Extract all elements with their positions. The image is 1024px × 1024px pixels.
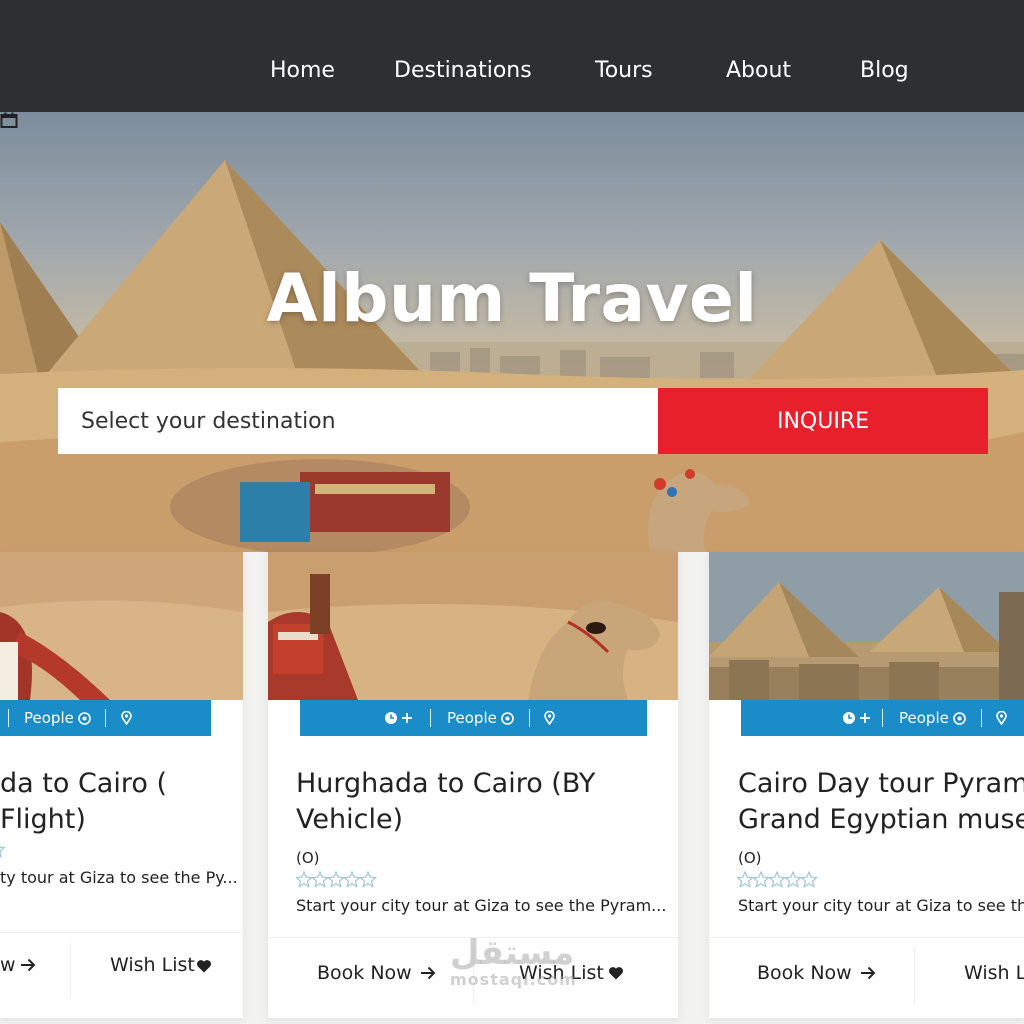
- tour-meta-bar: People: [300, 700, 647, 736]
- people-label: People: [447, 709, 497, 727]
- watermark-arabic: مستقل: [450, 933, 575, 973]
- tour-card[interactable]: People da to Cairo ( Flight) ty tour at …: [0, 552, 243, 1018]
- rating-count: (O): [296, 849, 320, 867]
- tour-title[interactable]: Hurghada to Cairo (BY Vehicle): [296, 766, 666, 838]
- book-now-button[interactable]: Book Now: [757, 962, 852, 984]
- destination-input[interactable]: [58, 388, 641, 454]
- star-rating: [0, 846, 6, 858]
- heart-icon[interactable]: [196, 959, 212, 973]
- location-pin-icon: [996, 711, 1007, 725]
- plus-icon: [860, 713, 870, 723]
- star-rating: [296, 870, 378, 888]
- tour-title[interactable]: Cairo Day tour Pyramid Grand Egyptian mu…: [738, 766, 1024, 838]
- heart-icon[interactable]: [608, 966, 624, 980]
- book-now-button[interactable]: Book Now: [317, 962, 412, 984]
- rating-count: (O): [738, 849, 762, 867]
- tour-card[interactable]: People Cairo Day tour Pyramid Grand Egyp…: [709, 552, 1024, 1018]
- star-rating: [737, 870, 819, 888]
- inquire-button[interactable]: INQUIRE: [658, 388, 988, 454]
- hero-title: Album Travel: [266, 260, 758, 337]
- location-pin-icon: [544, 711, 555, 725]
- nav-blog[interactable]: Blog: [860, 58, 909, 83]
- tour-card-image: [0, 552, 243, 700]
- watermark-latin: mostaqi.com: [450, 970, 577, 989]
- watermark: مستقل mostaqi.com: [450, 935, 577, 989]
- wish-list-button[interactable]: Wish List: [110, 954, 195, 976]
- tour-meta-bar: People: [741, 700, 1024, 736]
- location-pin-icon: [121, 711, 132, 725]
- arrow-right-icon[interactable]: [860, 966, 876, 980]
- destination-search-box[interactable]: [58, 388, 658, 454]
- arrow-right-icon[interactable]: [420, 966, 436, 980]
- nav-tours[interactable]: Tours: [595, 58, 653, 83]
- tour-card-image: [268, 552, 678, 700]
- plus-icon: [402, 713, 412, 723]
- arrow-right-icon[interactable]: [20, 958, 36, 972]
- wish-list-button[interactable]: Wish L: [964, 962, 1024, 984]
- nav-destinations[interactable]: Destinations: [394, 58, 532, 83]
- people-label: People: [899, 709, 949, 727]
- tour-description: Start your city tour at Giza to see the: [738, 896, 1024, 915]
- people-label: People: [24, 709, 74, 727]
- hero-banner: Album Travel INQUIRE: [0, 112, 1024, 552]
- top-navigation-bar: Home Destinations Tours About Blog: [0, 0, 1024, 112]
- people-icon: [953, 712, 966, 725]
- calendar-icon[interactable]: [0, 112, 18, 128]
- nav-home[interactable]: Home: [270, 58, 335, 83]
- tour-description: ty tour at Giza to see the Py...: [0, 868, 238, 887]
- book-now-button[interactable]: w: [0, 954, 16, 976]
- clock-icon: [843, 712, 855, 724]
- people-icon: [78, 712, 91, 725]
- people-icon: [501, 712, 514, 725]
- tour-title[interactable]: da to Cairo ( Flight): [0, 766, 243, 838]
- nav-about[interactable]: About: [726, 58, 791, 83]
- tour-card-image: [709, 552, 1024, 700]
- tour-description: Start your city tour at Giza to see the …: [296, 896, 667, 915]
- clock-icon: [385, 712, 397, 724]
- tour-meta-bar: People: [0, 700, 211, 736]
